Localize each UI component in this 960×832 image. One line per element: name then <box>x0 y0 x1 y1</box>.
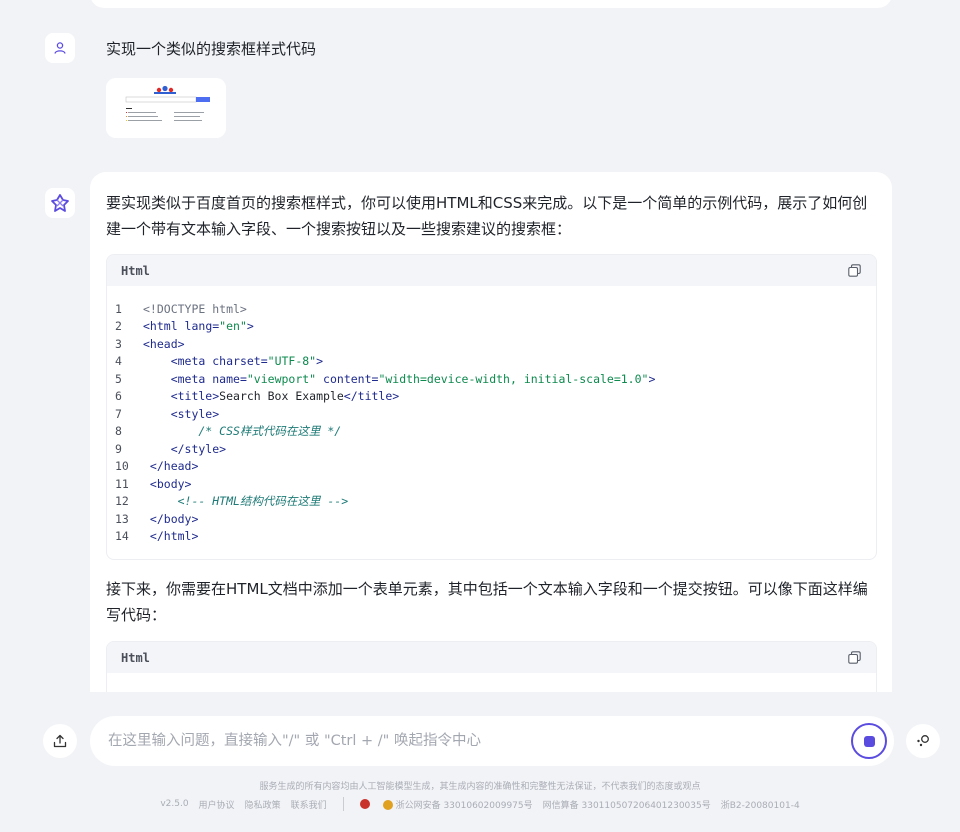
police-record-text: 浙公网安备 33010602009975号 <box>395 800 533 811</box>
stop-generation-button[interactable] <box>851 723 887 759</box>
footer-links: v2.5.0 用户协议 隐私政策 联系我们 浙公网安备 330106020099… <box>0 797 960 811</box>
footer-disclaimer: 服务生成的所有内容均由人工智能模型生成，其生成内容的准确性和完整性无法保证，不代… <box>259 782 701 792</box>
code-language-label: Html <box>121 650 150 665</box>
user-avatar <box>45 33 75 63</box>
copy-code-button[interactable] <box>846 263 862 279</box>
line-number: 1 <box>115 301 122 316</box>
code-line: 2 <html lang= "en" > <box>107 318 876 336</box>
code-line: 9 </style> <box>107 440 876 458</box>
line-number: 14 <box>115 529 129 544</box>
code-line: 10 </head> <box>107 458 876 476</box>
code-block-header: Html <box>107 642 876 673</box>
line-number: 8 <box>115 424 122 439</box>
code-line: 8 /* CSS样式代码在这里 */ <box>107 423 876 441</box>
version-label: v2.5.0 <box>160 799 189 809</box>
code-line: 13 </body> <box>107 510 876 528</box>
upload-icon <box>53 734 67 748</box>
copy-code-button[interactable] <box>846 650 862 666</box>
copy-icon <box>847 651 861 664</box>
tools-button[interactable] <box>906 724 940 758</box>
stop-icon <box>863 735 875 747</box>
line-number: 10 <box>115 459 129 474</box>
police-record-link[interactable]: 浙公网安备 33010602009975号 <box>382 798 533 811</box>
attached-screenshot-thumbnail[interactable] <box>106 78 226 138</box>
previous-message-card <box>90 0 892 8</box>
tools-icon <box>917 735 929 747</box>
line-number: 11 <box>115 476 129 491</box>
code-line: 5 <meta name= "viewport" content= "width=d… <box>107 370 876 388</box>
police-badge-icon <box>382 800 393 810</box>
code-block: Html 1 <!DOCTYPE html> 2 <html lang= "en" > … <box>106 254 877 560</box>
chat-input[interactable] <box>108 716 838 766</box>
line-number: 9 <box>115 441 122 456</box>
line-number: 13 <box>115 511 129 526</box>
code-line: 4 <meta charset= "UTF-8" > <box>107 353 876 371</box>
user-question: 实现一个类似的搜索框样式代码 <box>106 40 317 58</box>
emblem-icon <box>359 799 370 809</box>
line-number: 4 <box>115 354 122 369</box>
code-line: 7 <style> <box>107 405 876 423</box>
ai-avatar <box>45 188 75 218</box>
code-block-2: Html <box>106 641 877 692</box>
line-number: 5 <box>115 371 122 386</box>
code-line: 12 <!-- HTML结构代码在这里 --> <box>107 493 876 511</box>
line-number: 6 <box>115 389 122 404</box>
line-number: 12 <box>115 494 129 509</box>
code-line: 14 </html> <box>107 528 876 546</box>
code-line: 11 <body> <box>107 475 876 493</box>
code-block-header: Html <box>107 255 876 286</box>
code-body: 1 <!DOCTYPE html> 2 <html lang= "en" > 3 <hea… <box>107 286 876 555</box>
line-number: 3 <box>115 336 122 351</box>
icp-link[interactable]: 浙B2-20080101-4 <box>721 798 800 811</box>
copy-icon <box>847 264 861 277</box>
ai-answer-card: 要实现类似于百度首页的搜索框样式，你可以使用HTML和CSS来完成。以下是一个简… <box>90 172 892 692</box>
chat-input-box <box>90 716 894 766</box>
user-icon <box>54 42 66 54</box>
code-line: 1 <!DOCTYPE html> <box>107 300 876 318</box>
code-language-label: Html <box>121 263 150 278</box>
ai-logo-icon <box>51 194 69 212</box>
network-record-link[interactable]: 网信算备 330110507206401230035号 <box>543 798 711 811</box>
user-agreement-link[interactable]: 用户协议 <box>199 798 235 811</box>
line-number: 2 <box>115 319 122 334</box>
line-number: 7 <box>115 406 122 421</box>
contact-us-link[interactable]: 联系我们 <box>291 798 327 811</box>
code-line: 6 <title> Search Box Example </title> <box>107 388 876 406</box>
privacy-policy-link[interactable]: 隐私政策 <box>245 798 281 811</box>
upload-button[interactable] <box>43 724 77 758</box>
footer-divider <box>342 797 344 811</box>
answer-followup: 接下来，你需要在HTML文档中添加一个表单元素，其中包括一个文本输入字段和一个提… <box>106 580 868 624</box>
code-line: 3 <head> <box>107 335 876 353</box>
answer-intro: 要实现类似于百度首页的搜索框样式，你可以使用HTML和CSS来完成。以下是一个简… <box>106 194 868 238</box>
